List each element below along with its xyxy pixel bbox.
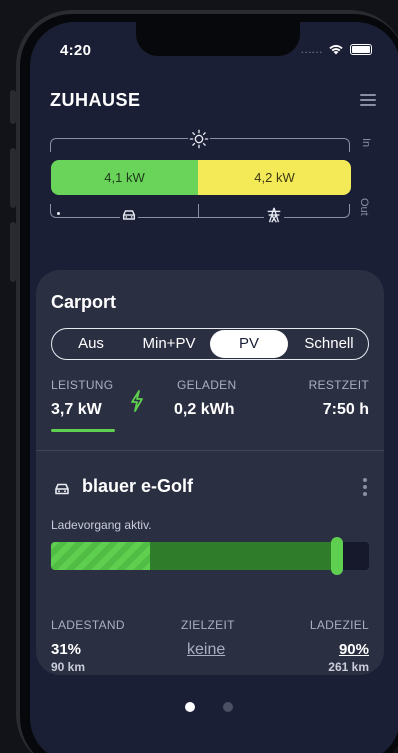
- card-divider: [36, 450, 384, 451]
- charge-mode-toggle: Aus Min+PV PV Schnell: [51, 328, 369, 360]
- side-button: [10, 222, 16, 282]
- grid-out-segment: 4,2 kW: [198, 160, 351, 195]
- side-button: [10, 90, 16, 124]
- more-options-icon[interactable]: [363, 478, 367, 499]
- ladeziel-label: LADEZIEL: [309, 618, 369, 632]
- ladeziel-km: 261 km: [328, 660, 369, 674]
- ladestand-km: 90 km: [51, 660, 86, 674]
- sun-icon: [188, 128, 210, 150]
- vehicle-name[interactable]: blauer e-Golf: [82, 476, 193, 497]
- wifi-icon: [329, 45, 343, 55]
- car-icon: [120, 208, 138, 222]
- flow-bracket-divider: [198, 204, 199, 218]
- charge-target-slider-handle[interactable]: [331, 537, 343, 575]
- power-tower-icon: [264, 206, 284, 224]
- app-screen: 4:20 …… ZUHAUSE In 4,1 kW 4,2 kW Out Car…: [30, 22, 398, 753]
- menu-icon[interactable]: [360, 94, 376, 106]
- out-label: Out: [358, 198, 370, 216]
- geladen-label: GELADEN: [177, 378, 237, 392]
- zielzeit-value[interactable]: keine: [187, 641, 225, 659]
- page-title: ZUHAUSE: [50, 90, 141, 110]
- notch: [136, 22, 300, 56]
- restzeit-value: 7:50 h: [322, 401, 369, 418]
- geladen-value: 0,2 kWh: [174, 401, 235, 418]
- home-dot-icon: [57, 212, 60, 215]
- leistung-value: 3,7 kW: [51, 401, 102, 418]
- status-indicators: ……: [300, 42, 372, 56]
- leistung-label: LEISTUNG: [51, 378, 114, 392]
- mode-min-pv[interactable]: Min+PV: [130, 330, 208, 358]
- ladestand-value: 31%: [51, 641, 82, 658]
- page-dot-active[interactable]: [185, 702, 195, 712]
- leistung-underline: [51, 429, 115, 432]
- mode-pv[interactable]: PV: [210, 330, 288, 358]
- charge-level-bar: [51, 542, 369, 570]
- charger-title: Carport: [51, 292, 117, 312]
- status-time: 4:20: [60, 42, 92, 59]
- mode-aus[interactable]: Aus: [52, 330, 130, 358]
- ladestand-label: LADESTAND: [51, 618, 125, 632]
- battery-icon: [350, 43, 372, 55]
- restzeit-label: RESTZEIT: [308, 378, 369, 392]
- side-button: [10, 148, 16, 208]
- signal-icon: ……: [300, 42, 323, 56]
- bolt-icon: [131, 390, 143, 412]
- mode-schnell[interactable]: Schnell: [290, 330, 368, 358]
- grid-in-segment: 4,1 kW: [51, 160, 198, 195]
- flow-bracket-bottom: [50, 204, 350, 218]
- charger-card: Carport Aus Min+PV PV Schnell LEISTUNG 3…: [36, 270, 384, 675]
- page-indicator: [185, 702, 233, 712]
- in-label: In: [360, 138, 372, 148]
- page-dot[interactable]: [223, 702, 233, 712]
- charge-status-text: Ladevorgang aktiv.: [51, 518, 152, 532]
- ladeziel-value[interactable]: 90%: [339, 641, 369, 658]
- charge-current-fill: [51, 542, 150, 570]
- zielzeit-label: ZIELZEIT: [181, 618, 235, 632]
- energy-flow-bar: 4,1 kW 4,2 kW: [51, 160, 351, 195]
- car-icon: [55, 483, 69, 495]
